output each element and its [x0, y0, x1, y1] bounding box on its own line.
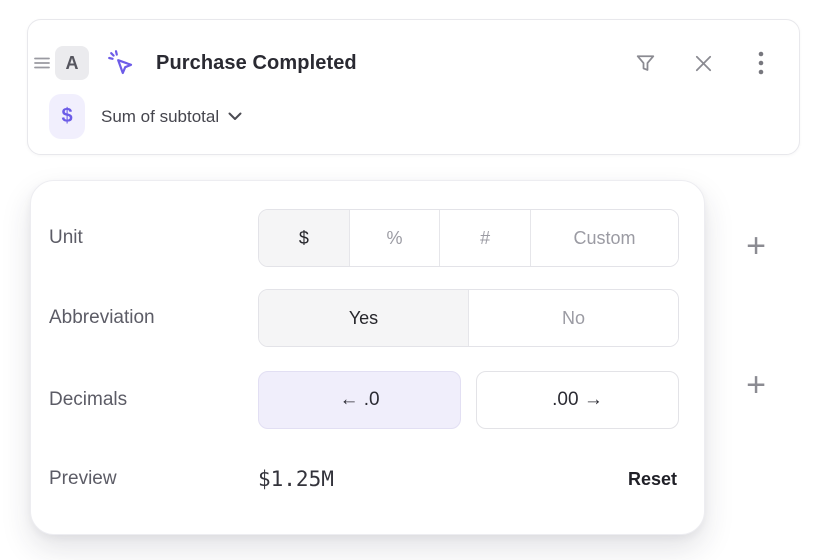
unit-option-percent[interactable]: % [350, 210, 441, 266]
unit-row: Unit $ % # Custom [31, 209, 704, 267]
abbreviation-label: Abbreviation [49, 289, 155, 347]
event-position-badge: A [55, 46, 89, 80]
event-card: A Purchase Completed [27, 19, 800, 155]
unit-option-custom[interactable]: Custom [531, 210, 678, 266]
metric-label: Sum of subtotal [101, 107, 219, 127]
close-icon[interactable] [689, 49, 717, 77]
reset-button[interactable]: Reset [628, 453, 677, 505]
chevron-down-icon [228, 112, 242, 121]
decimals-control: ← .0 .00 → [258, 371, 679, 429]
abbreviation-row: Abbreviation Yes No [31, 289, 704, 347]
abbreviation-segmented-control: Yes No [258, 289, 679, 347]
decrease-decimals-button[interactable]: ← .0 [258, 371, 461, 429]
add-event-button[interactable]: + [738, 228, 774, 264]
preview-row: Preview $1.25M Reset [31, 453, 704, 505]
event-title: Purchase Completed [156, 52, 357, 75]
preview-value: $1.25M [258, 453, 334, 505]
unit-option-number[interactable]: # [440, 210, 531, 266]
preview-label: Preview [49, 453, 117, 505]
event-card-header: A Purchase Completed [34, 46, 357, 80]
unit-label: Unit [49, 209, 83, 267]
abbreviation-option-yes[interactable]: Yes [259, 290, 469, 346]
metric-dropdown[interactable]: $ Sum of subtotal [49, 94, 242, 139]
number-format-panel: Unit $ % # Custom Abbreviation Yes No De… [30, 180, 705, 535]
increase-decimals-button[interactable]: .00 → [476, 371, 679, 429]
add-segment-button[interactable]: + [738, 367, 774, 403]
drag-handle-icon[interactable] [34, 56, 50, 70]
unit-option-dollar[interactable]: $ [259, 210, 350, 266]
decimals-row: Decimals ← .0 .00 → [31, 371, 704, 429]
dollar-metric-icon: $ [49, 94, 85, 139]
kebab-menu-icon[interactable] [747, 49, 775, 77]
filter-icon[interactable] [631, 49, 659, 77]
abbreviation-option-no[interactable]: No [469, 290, 678, 346]
event-card-actions [631, 46, 775, 80]
unit-segmented-control: $ % # Custom [258, 209, 679, 267]
decimals-label: Decimals [49, 371, 127, 429]
click-event-icon [106, 48, 136, 78]
